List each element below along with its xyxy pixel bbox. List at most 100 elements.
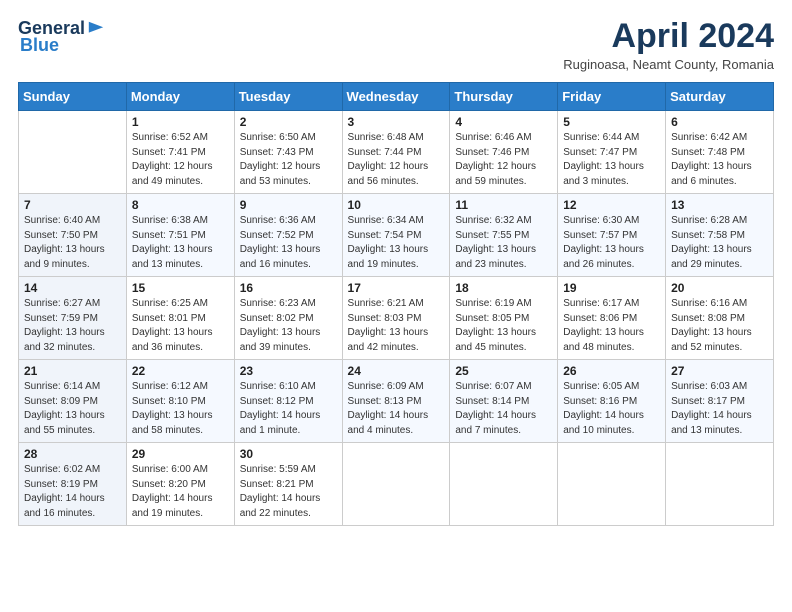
weekday-header-monday: Monday — [126, 83, 234, 111]
calendar-cell: 3 Sunrise: 6:48 AM Sunset: 7:44 PM Daylig… — [342, 111, 450, 194]
weekday-header-friday: Friday — [558, 83, 666, 111]
day-info: Sunrise: 6:27 AM Sunset: 7:59 PM Dayligh… — [24, 297, 121, 355]
title-block: April 2024 Ruginoasa, Neamt County, Roma… — [563, 18, 774, 72]
day-number: 7 — [24, 198, 121, 212]
calendar-cell: 28 Sunrise: 6:02 AM Sunset: 8:19 PM Dayli… — [19, 443, 127, 526]
day-number: 20 — [671, 281, 768, 295]
day-number: 2 — [240, 115, 337, 129]
weekday-header-tuesday: Tuesday — [234, 83, 342, 111]
day-info: Sunrise: 6:10 AM Sunset: 8:12 PM Dayligh… — [240, 380, 337, 438]
day-info: Sunrise: 6:03 AM Sunset: 8:17 PM Dayligh… — [671, 380, 768, 438]
day-number: 24 — [348, 364, 445, 378]
day-info: Sunrise: 6:42 AM Sunset: 7:48 PM Dayligh… — [671, 131, 768, 189]
day-number: 12 — [563, 198, 660, 212]
calendar-cell: 19 Sunrise: 6:17 AM Sunset: 8:06 PM Dayli… — [558, 277, 666, 360]
logo-blue-text: Blue — [20, 35, 59, 56]
logo: General Blue — [18, 18, 105, 56]
day-info: Sunrise: 6:28 AM Sunset: 7:58 PM Dayligh… — [671, 214, 768, 272]
day-info: Sunrise: 6:05 AM Sunset: 8:16 PM Dayligh… — [563, 380, 660, 438]
calendar-cell: 10Sunrise: 6:34 AM Sunset: 7:54 PM Dayli… — [342, 194, 450, 277]
day-number: 18 — [455, 281, 552, 295]
weekday-header-row: SundayMondayTuesdayWednesdayThursdayFrid… — [19, 83, 774, 111]
calendar-cell: 20 Sunrise: 6:16 AM Sunset: 8:08 PM Dayli… — [666, 277, 774, 360]
day-info: Sunrise: 6:16 AM Sunset: 8:08 PM Dayligh… — [671, 297, 768, 355]
calendar-week-row: 21Sunrise: 6:14 AM Sunset: 8:09 PM Dayli… — [19, 360, 774, 443]
day-number: 17 — [348, 281, 445, 295]
calendar-cell: 5 Sunrise: 6:44 AM Sunset: 7:47 PM Daylig… — [558, 111, 666, 194]
day-info: Sunrise: 6:44 AM Sunset: 7:47 PM Dayligh… — [563, 131, 660, 189]
day-info: Sunrise: 6:21 AM Sunset: 8:03 PM Dayligh… — [348, 297, 445, 355]
calendar-cell: 21Sunrise: 6:14 AM Sunset: 8:09 PM Dayli… — [19, 360, 127, 443]
day-info: Sunrise: 6:34 AM Sunset: 7:54 PM Dayligh… — [348, 214, 445, 272]
calendar-cell: 23Sunrise: 6:10 AM Sunset: 8:12 PM Dayli… — [234, 360, 342, 443]
calendar-cell: 7 Sunrise: 6:40 AM Sunset: 7:50 PM Daylig… — [19, 194, 127, 277]
calendar-cell: 15 Sunrise: 6:25 AM Sunset: 8:01 PM Dayli… — [126, 277, 234, 360]
calendar-cell: 26 Sunrise: 6:05 AM Sunset: 8:16 PM Dayli… — [558, 360, 666, 443]
day-number: 9 — [240, 198, 337, 212]
calendar-week-row: 7 Sunrise: 6:40 AM Sunset: 7:50 PM Daylig… — [19, 194, 774, 277]
calendar-cell — [666, 443, 774, 526]
location: Ruginoasa, Neamt County, Romania — [563, 57, 774, 72]
day-info: Sunrise: 6:46 AM Sunset: 7:46 PM Dayligh… — [455, 131, 552, 189]
day-number: 19 — [563, 281, 660, 295]
day-number: 4 — [455, 115, 552, 129]
day-info: Sunrise: 6:32 AM Sunset: 7:55 PM Dayligh… — [455, 214, 552, 272]
day-number: 15 — [132, 281, 229, 295]
day-number: 14 — [24, 281, 121, 295]
day-info: Sunrise: 6:36 AM Sunset: 7:52 PM Dayligh… — [240, 214, 337, 272]
calendar-cell — [19, 111, 127, 194]
day-number: 3 — [348, 115, 445, 129]
day-info: Sunrise: 6:00 AM Sunset: 8:20 PM Dayligh… — [132, 463, 229, 521]
weekday-header-saturday: Saturday — [666, 83, 774, 111]
day-number: 8 — [132, 198, 229, 212]
day-number: 11 — [455, 198, 552, 212]
calendar-week-row: 14 Sunrise: 6:27 AM Sunset: 7:59 PM Dayli… — [19, 277, 774, 360]
calendar-cell — [558, 443, 666, 526]
calendar-cell: 2 Sunrise: 6:50 AM Sunset: 7:43 PM Daylig… — [234, 111, 342, 194]
calendar-cell: 22Sunrise: 6:12 AM Sunset: 8:10 PM Dayli… — [126, 360, 234, 443]
weekday-header-wednesday: Wednesday — [342, 83, 450, 111]
weekday-header-thursday: Thursday — [450, 83, 558, 111]
day-number: 30 — [240, 447, 337, 461]
day-number: 16 — [240, 281, 337, 295]
day-info: Sunrise: 6:40 AM Sunset: 7:50 PM Dayligh… — [24, 214, 121, 272]
calendar-cell: 8 Sunrise: 6:38 AM Sunset: 7:51 PM Daylig… — [126, 194, 234, 277]
calendar-cell: 27Sunrise: 6:03 AM Sunset: 8:17 PM Dayli… — [666, 360, 774, 443]
day-info: Sunrise: 6:17 AM Sunset: 8:06 PM Dayligh… — [563, 297, 660, 355]
day-info: Sunrise: 6:07 AM Sunset: 8:14 PM Dayligh… — [455, 380, 552, 438]
calendar-cell: 14 Sunrise: 6:27 AM Sunset: 7:59 PM Dayli… — [19, 277, 127, 360]
day-number: 26 — [563, 364, 660, 378]
calendar-cell: 6 Sunrise: 6:42 AM Sunset: 7:48 PM Daylig… — [666, 111, 774, 194]
day-info: Sunrise: 6:19 AM Sunset: 8:05 PM Dayligh… — [455, 297, 552, 355]
day-info: Sunrise: 6:52 AM Sunset: 7:41 PM Dayligh… — [132, 131, 229, 189]
day-info: Sunrise: 6:02 AM Sunset: 8:19 PM Dayligh… — [24, 463, 121, 521]
day-info: Sunrise: 6:50 AM Sunset: 7:43 PM Dayligh… — [240, 131, 337, 189]
day-number: 5 — [563, 115, 660, 129]
calendar-cell: 29 Sunrise: 6:00 AM Sunset: 8:20 PM Dayli… — [126, 443, 234, 526]
day-info: Sunrise: 6:09 AM Sunset: 8:13 PM Dayligh… — [348, 380, 445, 438]
day-info: Sunrise: 6:25 AM Sunset: 8:01 PM Dayligh… — [132, 297, 229, 355]
day-number: 28 — [24, 447, 121, 461]
calendar-cell: 25 Sunrise: 6:07 AM Sunset: 8:14 PM Dayli… — [450, 360, 558, 443]
calendar-cell: 16Sunrise: 6:23 AM Sunset: 8:02 PM Dayli… — [234, 277, 342, 360]
calendar-cell: 1Sunrise: 6:52 AM Sunset: 7:41 PM Daylig… — [126, 111, 234, 194]
page: General Blue April 2024 Ruginoasa, Neamt… — [0, 0, 792, 612]
calendar-cell: 9 Sunrise: 6:36 AM Sunset: 7:52 PM Daylig… — [234, 194, 342, 277]
day-number: 6 — [671, 115, 768, 129]
day-info: Sunrise: 5:59 AM Sunset: 8:21 PM Dayligh… — [240, 463, 337, 521]
calendar-cell — [450, 443, 558, 526]
calendar-week-row: 1Sunrise: 6:52 AM Sunset: 7:41 PM Daylig… — [19, 111, 774, 194]
calendar-cell: 17 Sunrise: 6:21 AM Sunset: 8:03 PM Dayli… — [342, 277, 450, 360]
day-number: 29 — [132, 447, 229, 461]
day-number: 25 — [455, 364, 552, 378]
calendar-cell: 18 Sunrise: 6:19 AM Sunset: 8:05 PM Dayli… — [450, 277, 558, 360]
day-info: Sunrise: 6:48 AM Sunset: 7:44 PM Dayligh… — [348, 131, 445, 189]
weekday-header-sunday: Sunday — [19, 83, 127, 111]
calendar-cell: 30 Sunrise: 5:59 AM Sunset: 8:21 PM Dayli… — [234, 443, 342, 526]
calendar-cell: 11 Sunrise: 6:32 AM Sunset: 7:55 PM Dayli… — [450, 194, 558, 277]
day-info: Sunrise: 6:14 AM Sunset: 8:09 PM Dayligh… — [24, 380, 121, 438]
logo-flag-icon — [87, 20, 105, 38]
header: General Blue April 2024 Ruginoasa, Neamt… — [18, 18, 774, 72]
day-info: Sunrise: 6:38 AM Sunset: 7:51 PM Dayligh… — [132, 214, 229, 272]
calendar-table: SundayMondayTuesdayWednesdayThursdayFrid… — [18, 82, 774, 526]
